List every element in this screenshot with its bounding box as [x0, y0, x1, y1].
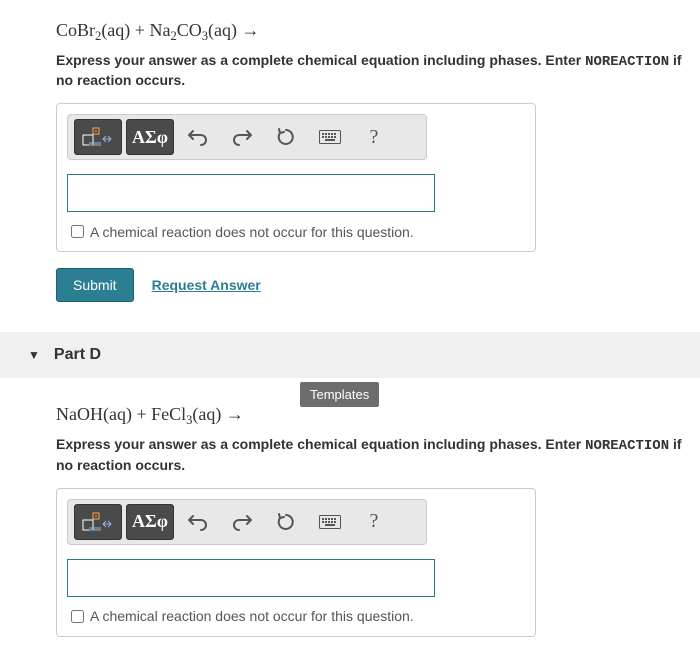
answer-box-partC: ΑΣφ ?: [56, 103, 536, 252]
reset-icon: [276, 512, 296, 532]
redo-icon: [232, 128, 252, 146]
request-answer-link[interactable]: Request Answer: [152, 277, 261, 293]
partD-section: Templates NaOH(aq) + FeCl3(aq) → Express…: [56, 378, 700, 636]
undo-icon: [188, 128, 208, 146]
collapse-caret-icon: ▼: [28, 348, 40, 362]
no-reaction-checkbox-partC[interactable]: [71, 225, 84, 238]
template-icon: [81, 510, 115, 534]
redo-icon: [232, 513, 252, 531]
no-reaction-checkbox-partD[interactable]: [71, 610, 84, 623]
equation-partD: NaOH(aq) + FeCl3(aq) →: [56, 404, 700, 425]
keyboard-icon: [319, 130, 341, 144]
equation-partC: CoBr2(aq) + Na2CO3(aq) →: [56, 20, 700, 41]
keyboard-icon: [319, 515, 341, 529]
reset-button[interactable]: [266, 504, 306, 540]
template-icon: [81, 125, 115, 149]
keyboard-button[interactable]: [310, 504, 350, 540]
submit-button[interactable]: Submit: [56, 268, 134, 302]
undo-button[interactable]: [178, 504, 218, 540]
no-reaction-row-partC[interactable]: A chemical reaction does not occur for t…: [67, 222, 525, 241]
partD-title: Part D: [54, 346, 101, 364]
instruction-prefix: Express your answer as a complete chemic…: [56, 436, 585, 452]
greek-symbols-button[interactable]: ΑΣφ: [126, 504, 174, 540]
undo-button[interactable]: [178, 119, 218, 155]
redo-button[interactable]: [222, 119, 262, 155]
answer-box-partD: ΑΣφ ?: [56, 488, 536, 637]
no-reaction-row-partD[interactable]: A chemical reaction does not occur for t…: [67, 607, 525, 626]
action-row-partC: Submit Request Answer: [56, 268, 700, 302]
redo-button[interactable]: [222, 504, 262, 540]
answer-input-partD[interactable]: [67, 559, 435, 597]
no-reaction-label: A chemical reaction does not occur for t…: [90, 224, 414, 240]
greek-symbols-button[interactable]: ΑΣφ: [126, 119, 174, 155]
toolbar-partC: ΑΣφ ?: [67, 114, 427, 160]
reset-icon: [276, 127, 296, 147]
partC-section: CoBr2(aq) + Na2CO3(aq) → Express your an…: [56, 20, 700, 302]
instruction-partD: Express your answer as a complete chemic…: [56, 435, 700, 473]
help-button[interactable]: ?: [354, 504, 394, 540]
instruction-mono: NOREACTION: [585, 54, 669, 70]
help-button[interactable]: ?: [354, 119, 394, 155]
instruction-prefix: Express your answer as a complete chemic…: [56, 52, 585, 68]
toolbar-partD: ΑΣφ ?: [67, 499, 427, 545]
answer-input-partC[interactable]: [67, 174, 435, 212]
instruction-mono: NOREACTION: [585, 438, 669, 454]
templates-button[interactable]: [74, 119, 122, 155]
templates-button[interactable]: [74, 504, 122, 540]
reset-button[interactable]: [266, 119, 306, 155]
templates-tooltip: Templates: [300, 382, 379, 407]
undo-icon: [188, 513, 208, 531]
partD-header[interactable]: ▼ Part D: [0, 332, 700, 378]
instruction-partC: Express your answer as a complete chemic…: [56, 51, 700, 89]
keyboard-button[interactable]: [310, 119, 350, 155]
no-reaction-label: A chemical reaction does not occur for t…: [90, 608, 414, 624]
